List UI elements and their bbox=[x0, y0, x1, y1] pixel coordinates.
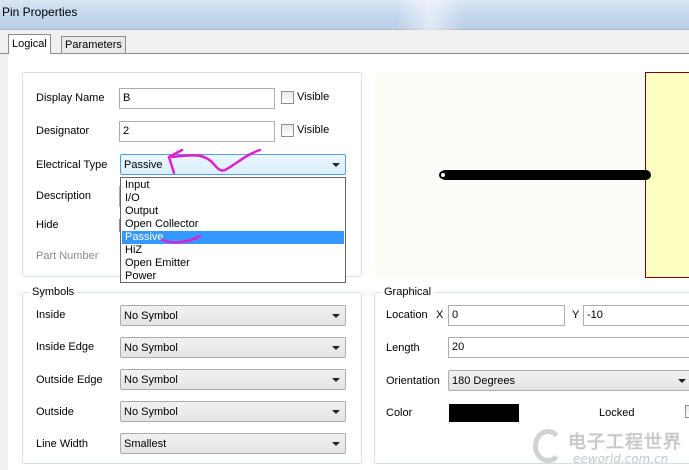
display-name-input[interactable]: B bbox=[119, 88, 275, 109]
designator-visible-label: Visible bbox=[297, 124, 330, 136]
length-label: Length bbox=[386, 342, 420, 354]
location-x-label: X bbox=[436, 309, 444, 321]
length-input[interactable]: 20 bbox=[448, 337, 689, 358]
option-power[interactable]: Power bbox=[122, 270, 344, 283]
location-label: Location bbox=[386, 309, 428, 321]
outside-value: No Symbol bbox=[124, 406, 178, 418]
electrical-type-label: Electrical Type bbox=[36, 159, 108, 171]
outside-select[interactable]: No Symbol bbox=[120, 401, 346, 422]
option-hiz[interactable]: HiZ bbox=[122, 244, 344, 257]
line-width-label: Line Width bbox=[36, 438, 88, 450]
orientation-label: Orientation bbox=[386, 375, 440, 387]
inside-label: Inside bbox=[36, 309, 66, 321]
chevron-down-icon bbox=[332, 314, 340, 318]
location-y-label: Y bbox=[572, 309, 580, 321]
color-label: Color bbox=[386, 407, 413, 419]
inside-edge-value: No Symbol bbox=[124, 342, 178, 354]
part-body bbox=[645, 72, 689, 278]
inside-select[interactable]: No Symbol bbox=[120, 305, 346, 326]
title-bar: Pin Properties bbox=[0, 0, 689, 30]
inside-edge-select[interactable]: No Symbol bbox=[120, 337, 346, 358]
symbols-group-title: Symbols bbox=[29, 286, 78, 298]
designator-label: Designator bbox=[36, 125, 90, 137]
chevron-down-icon bbox=[332, 378, 340, 382]
designator-input[interactable]: 2 bbox=[119, 121, 275, 142]
hide-label: Hide bbox=[36, 219, 59, 231]
chevron-down-icon bbox=[332, 163, 340, 167]
outside-edge-select[interactable]: No Symbol bbox=[120, 369, 346, 390]
title-bar-glow bbox=[395, 0, 465, 30]
chevron-down-icon bbox=[332, 410, 340, 414]
eeworld-logo-icon bbox=[533, 429, 563, 463]
watermark-text: 电子工程世界 bbox=[568, 432, 682, 453]
watermark: 电子工程世界 eeworld.com.cn bbox=[525, 426, 689, 470]
locked-label: Locked bbox=[599, 407, 635, 419]
graphical-group-title: Graphical bbox=[381, 286, 435, 298]
line-width-value: Smallest bbox=[124, 438, 167, 450]
option-open-emitter[interactable]: Open Emitter bbox=[122, 257, 344, 270]
window-title: Pin Properties bbox=[2, 5, 78, 19]
color-swatch[interactable] bbox=[449, 404, 519, 422]
outside-label: Outside bbox=[36, 406, 74, 418]
tab-logical[interactable]: Logical bbox=[8, 34, 51, 54]
location-x-input[interactable]: 0 bbox=[448, 305, 565, 326]
watermark-url: eeworld.com.cn bbox=[573, 452, 669, 466]
chevron-down-icon bbox=[332, 346, 340, 350]
outside-edge-value: No Symbol bbox=[124, 374, 178, 386]
designator-visible-checkbox[interactable] bbox=[281, 124, 294, 137]
tab-strip: Logical Parameters bbox=[0, 34, 689, 54]
inside-value: No Symbol bbox=[124, 310, 178, 322]
chevron-down-icon bbox=[332, 442, 340, 446]
annotation-arrow bbox=[160, 148, 262, 244]
locked-checkbox[interactable] bbox=[685, 405, 689, 418]
line-width-select[interactable]: Smallest bbox=[120, 433, 346, 454]
inside-edge-label: Inside Edge bbox=[36, 341, 95, 353]
chevron-down-icon bbox=[678, 379, 686, 383]
location-y-input[interactable]: -10 bbox=[583, 305, 689, 326]
part-number-label: Part Number bbox=[36, 250, 99, 262]
outside-edge-label: Outside Edge bbox=[36, 374, 103, 386]
electrical-type-value: Passive bbox=[124, 159, 163, 171]
pin-hotspot-icon bbox=[439, 171, 447, 179]
display-name-label: Display Name bbox=[36, 92, 105, 104]
display-name-visible-label: Visible bbox=[297, 91, 330, 103]
description-label: Description bbox=[36, 190, 92, 202]
orientation-select[interactable]: 180 Degrees bbox=[448, 370, 689, 391]
display-name-visible-checkbox[interactable] bbox=[281, 91, 294, 104]
pin-line bbox=[440, 170, 651, 180]
tab-parameters[interactable]: Parameters bbox=[61, 36, 126, 54]
orientation-value: 180 Degrees bbox=[452, 375, 515, 387]
